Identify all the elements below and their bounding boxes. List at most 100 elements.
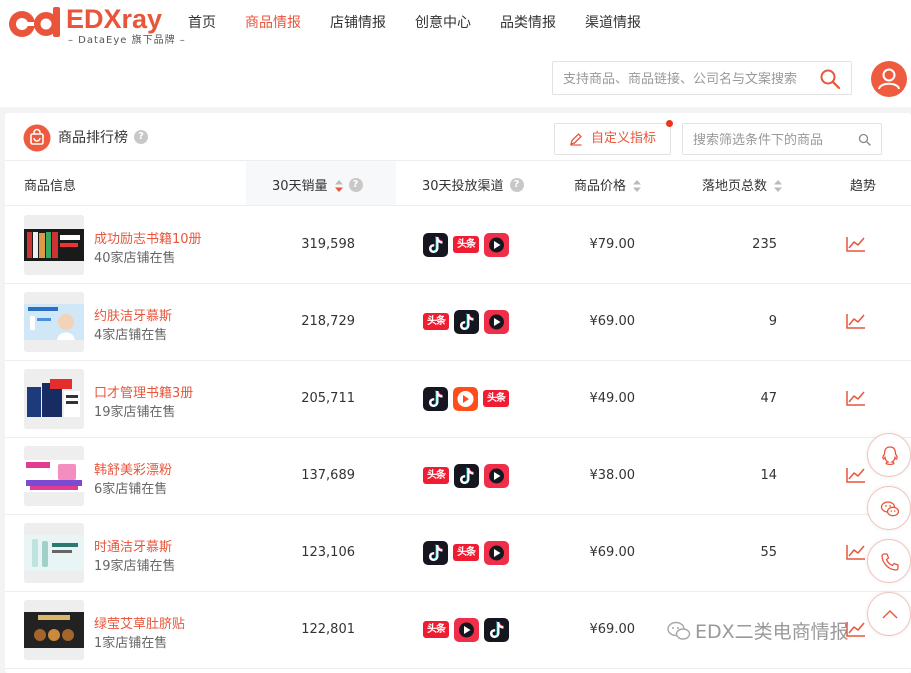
product-price: ¥69.00: [589, 545, 636, 560]
search-icon[interactable]: [819, 68, 841, 90]
trend-chart-icon[interactable]: [845, 389, 867, 407]
trend-chart-icon[interactable]: [845, 312, 867, 330]
chevron-up-icon: [882, 610, 898, 619]
product-thumbnail[interactable]: [24, 369, 84, 429]
table-row[interactable]: 成功励志书籍10册 40家店铺在售 319,598 头条 ¥79.00 235: [5, 207, 911, 284]
product-name[interactable]: 绿莹艾草肚脐贴: [94, 613, 185, 632]
product-name[interactable]: 口才管理书籍3册: [94, 382, 193, 401]
product-name[interactable]: 约肤洁牙慕斯: [94, 305, 172, 324]
toutiao-icon[interactable]: 头条: [453, 236, 479, 253]
sales-30d: 137,689: [301, 468, 355, 483]
douyin-icon[interactable]: [454, 310, 479, 334]
douyin-icon[interactable]: [423, 233, 448, 257]
trend-chart-icon[interactable]: [845, 543, 867, 561]
toutiao-icon[interactable]: 头条: [423, 467, 449, 484]
qq-contact-button[interactable]: [867, 433, 911, 477]
table-header: 商品信息 30天销量? 30天投放渠道? 商品价格 落地页总数 趋势: [5, 161, 911, 206]
user-avatar[interactable]: [871, 61, 907, 97]
back-to-top-button[interactable]: [867, 592, 911, 636]
custom-metric-label: 自定义指标: [591, 131, 657, 146]
sort-icon[interactable]: [334, 179, 343, 192]
watermark-text: EDX二类电商情报: [695, 621, 849, 643]
brand-logo[interactable]: EDXray – DataEye 旗下品牌 –: [6, 4, 185, 46]
sales-30d: 218,729: [301, 314, 355, 329]
nav-item-home[interactable]: 首页: [188, 12, 216, 32]
channel-list: 头条: [423, 233, 514, 257]
landing-page-count: 14: [760, 468, 777, 483]
brand-tagline: – DataEye 旗下品牌 –: [68, 35, 186, 46]
nav-item-channels[interactable]: 渠道情报: [585, 12, 641, 32]
table-row[interactable]: 韩舒美彩漂粉 6家店铺在售 137,689 头条 ¥38.00 14: [5, 438, 911, 515]
panel-header: 商品排行榜? 自定义指标: [5, 113, 911, 161]
help-icon[interactable]: ?: [509, 178, 524, 192]
column-header-channels: 30天投放渠道?: [422, 175, 524, 194]
product-thumbnail[interactable]: [24, 600, 84, 660]
toutiao-icon[interactable]: 头条: [423, 313, 449, 330]
douyin-icon[interactable]: [423, 387, 448, 411]
help-icon[interactable]: ?: [348, 178, 363, 192]
column-header-price[interactable]: 商品价格: [574, 175, 642, 194]
landing-page-count: 55: [760, 545, 777, 560]
toutiao-icon[interactable]: 头条: [453, 544, 479, 561]
channel-list: 头条: [423, 310, 514, 334]
trend-chart-icon[interactable]: [845, 466, 867, 484]
nav-item-products[interactable]: 商品情报: [245, 12, 301, 32]
phone-contact-button[interactable]: [867, 539, 911, 583]
table-row[interactable]: 口才管理书籍3册 19家店铺在售 205,711 头条 ¥49.00 47: [5, 361, 911, 438]
product-shop-count: 1家店铺在售: [94, 636, 168, 651]
product-thumbnail[interactable]: [24, 523, 84, 583]
table-row[interactable]: 时通洁牙慕斯 19家店铺在售 123,106 头条 ¥69.00 55: [5, 515, 911, 592]
douyin-icon[interactable]: [423, 541, 448, 565]
xigua-icon[interactable]: [484, 541, 509, 565]
column-header-product: 商品信息: [24, 179, 77, 194]
table-row[interactable]: 约肤洁牙慕斯 4家店铺在售 218,729 头条 ¥69.00 9: [5, 284, 911, 361]
wechat-watermark: EDX二类电商情报: [667, 617, 849, 644]
channel-list: 头条: [423, 464, 514, 488]
search-icon[interactable]: [858, 133, 871, 146]
sales-30d: 205,711: [301, 391, 355, 406]
product-ranking-panel: 商品排行榜? 自定义指标 商品信息 30天销量? 30天投放渠道? 商品价格 落…: [5, 113, 911, 673]
help-icon[interactable]: ?: [134, 129, 148, 144]
nav-item-category[interactable]: 品类情报: [500, 12, 556, 32]
product-shop-count: 40家店铺在售: [94, 251, 176, 266]
column-header-sales[interactable]: 30天销量?: [272, 175, 363, 194]
custom-metric-button[interactable]: 自定义指标: [554, 123, 671, 155]
channel-list: 头条: [423, 618, 514, 642]
global-search-input[interactable]: [563, 68, 808, 90]
xigua-icon[interactable]: [484, 464, 509, 488]
sales-30d: 123,106: [301, 545, 355, 560]
douyin-icon[interactable]: [454, 464, 479, 488]
global-search: [552, 61, 852, 95]
column-header-landing-pages[interactable]: 落地页总数: [702, 175, 783, 194]
product-name[interactable]: 成功励志书籍10册: [94, 228, 202, 247]
xigua-icon[interactable]: [484, 310, 509, 334]
product-thumbnail[interactable]: [24, 446, 84, 506]
wechat-contact-button[interactable]: [867, 486, 911, 530]
product-thumbnail[interactable]: [24, 292, 84, 352]
sales-30d: 319,598: [301, 237, 355, 252]
sort-icon[interactable]: [633, 179, 642, 192]
filter-search-input[interactable]: [693, 130, 853, 150]
toutiao-icon[interactable]: 头条: [423, 621, 449, 638]
xiaochang-icon[interactable]: [453, 387, 478, 411]
toutiao-icon[interactable]: 头条: [483, 390, 509, 407]
product-thumbnail[interactable]: [24, 215, 84, 275]
wechat-icon: [667, 621, 691, 640]
channel-list: 头条: [423, 541, 514, 565]
product-name[interactable]: 韩舒美彩漂粉: [94, 459, 172, 478]
xigua-icon[interactable]: [484, 233, 509, 257]
sort-icon[interactable]: [774, 179, 783, 192]
product-name[interactable]: 时通洁牙慕斯: [94, 536, 172, 555]
qq-icon: [882, 446, 898, 466]
filter-search: [682, 123, 882, 155]
xigua-icon[interactable]: [454, 618, 479, 642]
nav-item-shops[interactable]: 店铺情报: [330, 12, 386, 32]
douyin-icon[interactable]: [484, 618, 509, 642]
pencil-icon: [570, 133, 582, 146]
wechat-icon: [880, 501, 900, 517]
nav-item-creative[interactable]: 创意中心: [415, 12, 471, 32]
product-price: ¥69.00: [589, 622, 636, 637]
trend-chart-icon[interactable]: [845, 235, 867, 253]
landing-page-count: 47: [760, 391, 777, 406]
panel-title: 商品排行榜?: [58, 127, 148, 147]
